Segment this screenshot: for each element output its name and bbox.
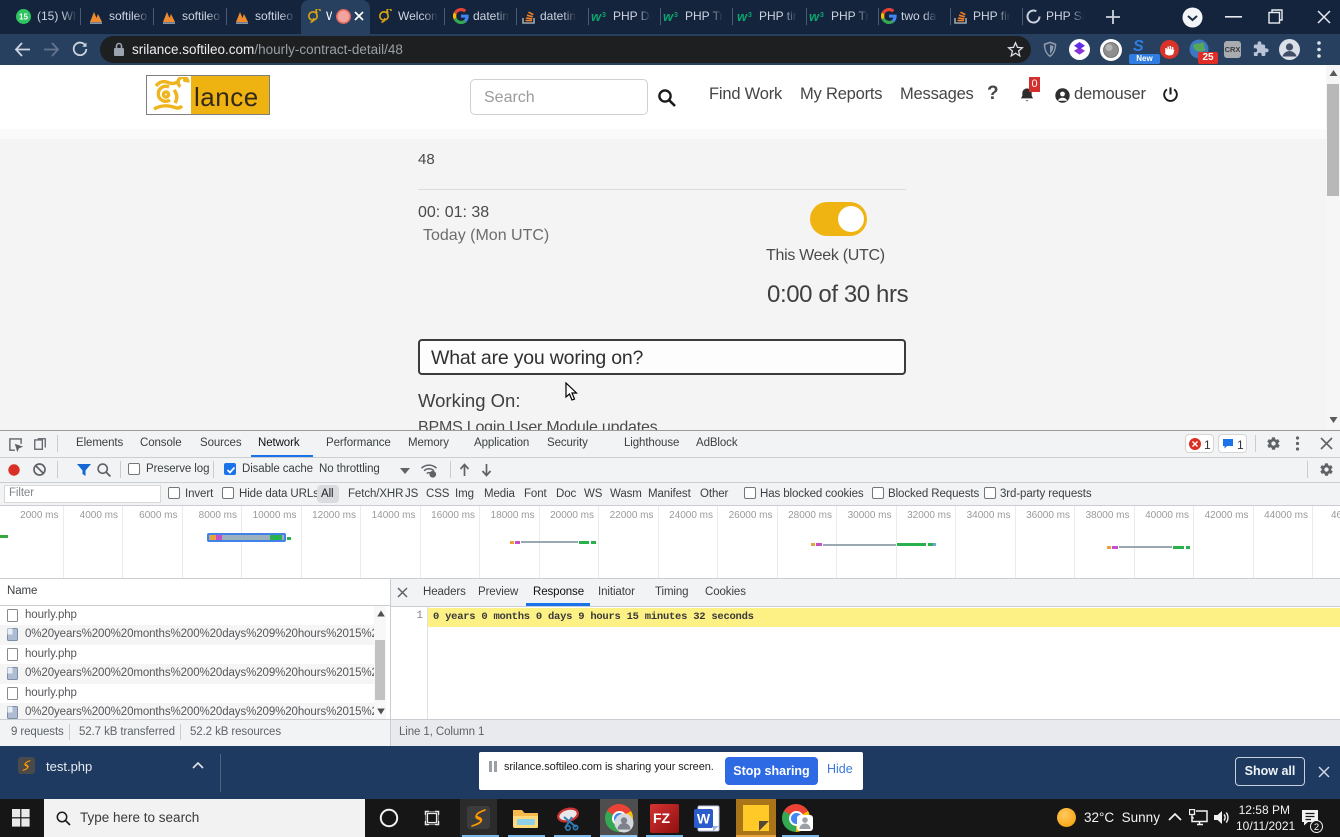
svg-text:w: w — [737, 10, 748, 23]
svg-text:3: 3 — [674, 12, 678, 19]
svg-text:3: 3 — [820, 12, 824, 19]
svg-text:w: w — [591, 10, 602, 23]
svg-text:3: 3 — [602, 12, 606, 19]
svg-text:W: W — [697, 811, 711, 827]
svg-text:w: w — [663, 10, 674, 23]
svg-text:3: 3 — [748, 12, 752, 19]
svg-text:w: w — [809, 10, 820, 23]
svg-text:15: 15 — [19, 13, 28, 22]
